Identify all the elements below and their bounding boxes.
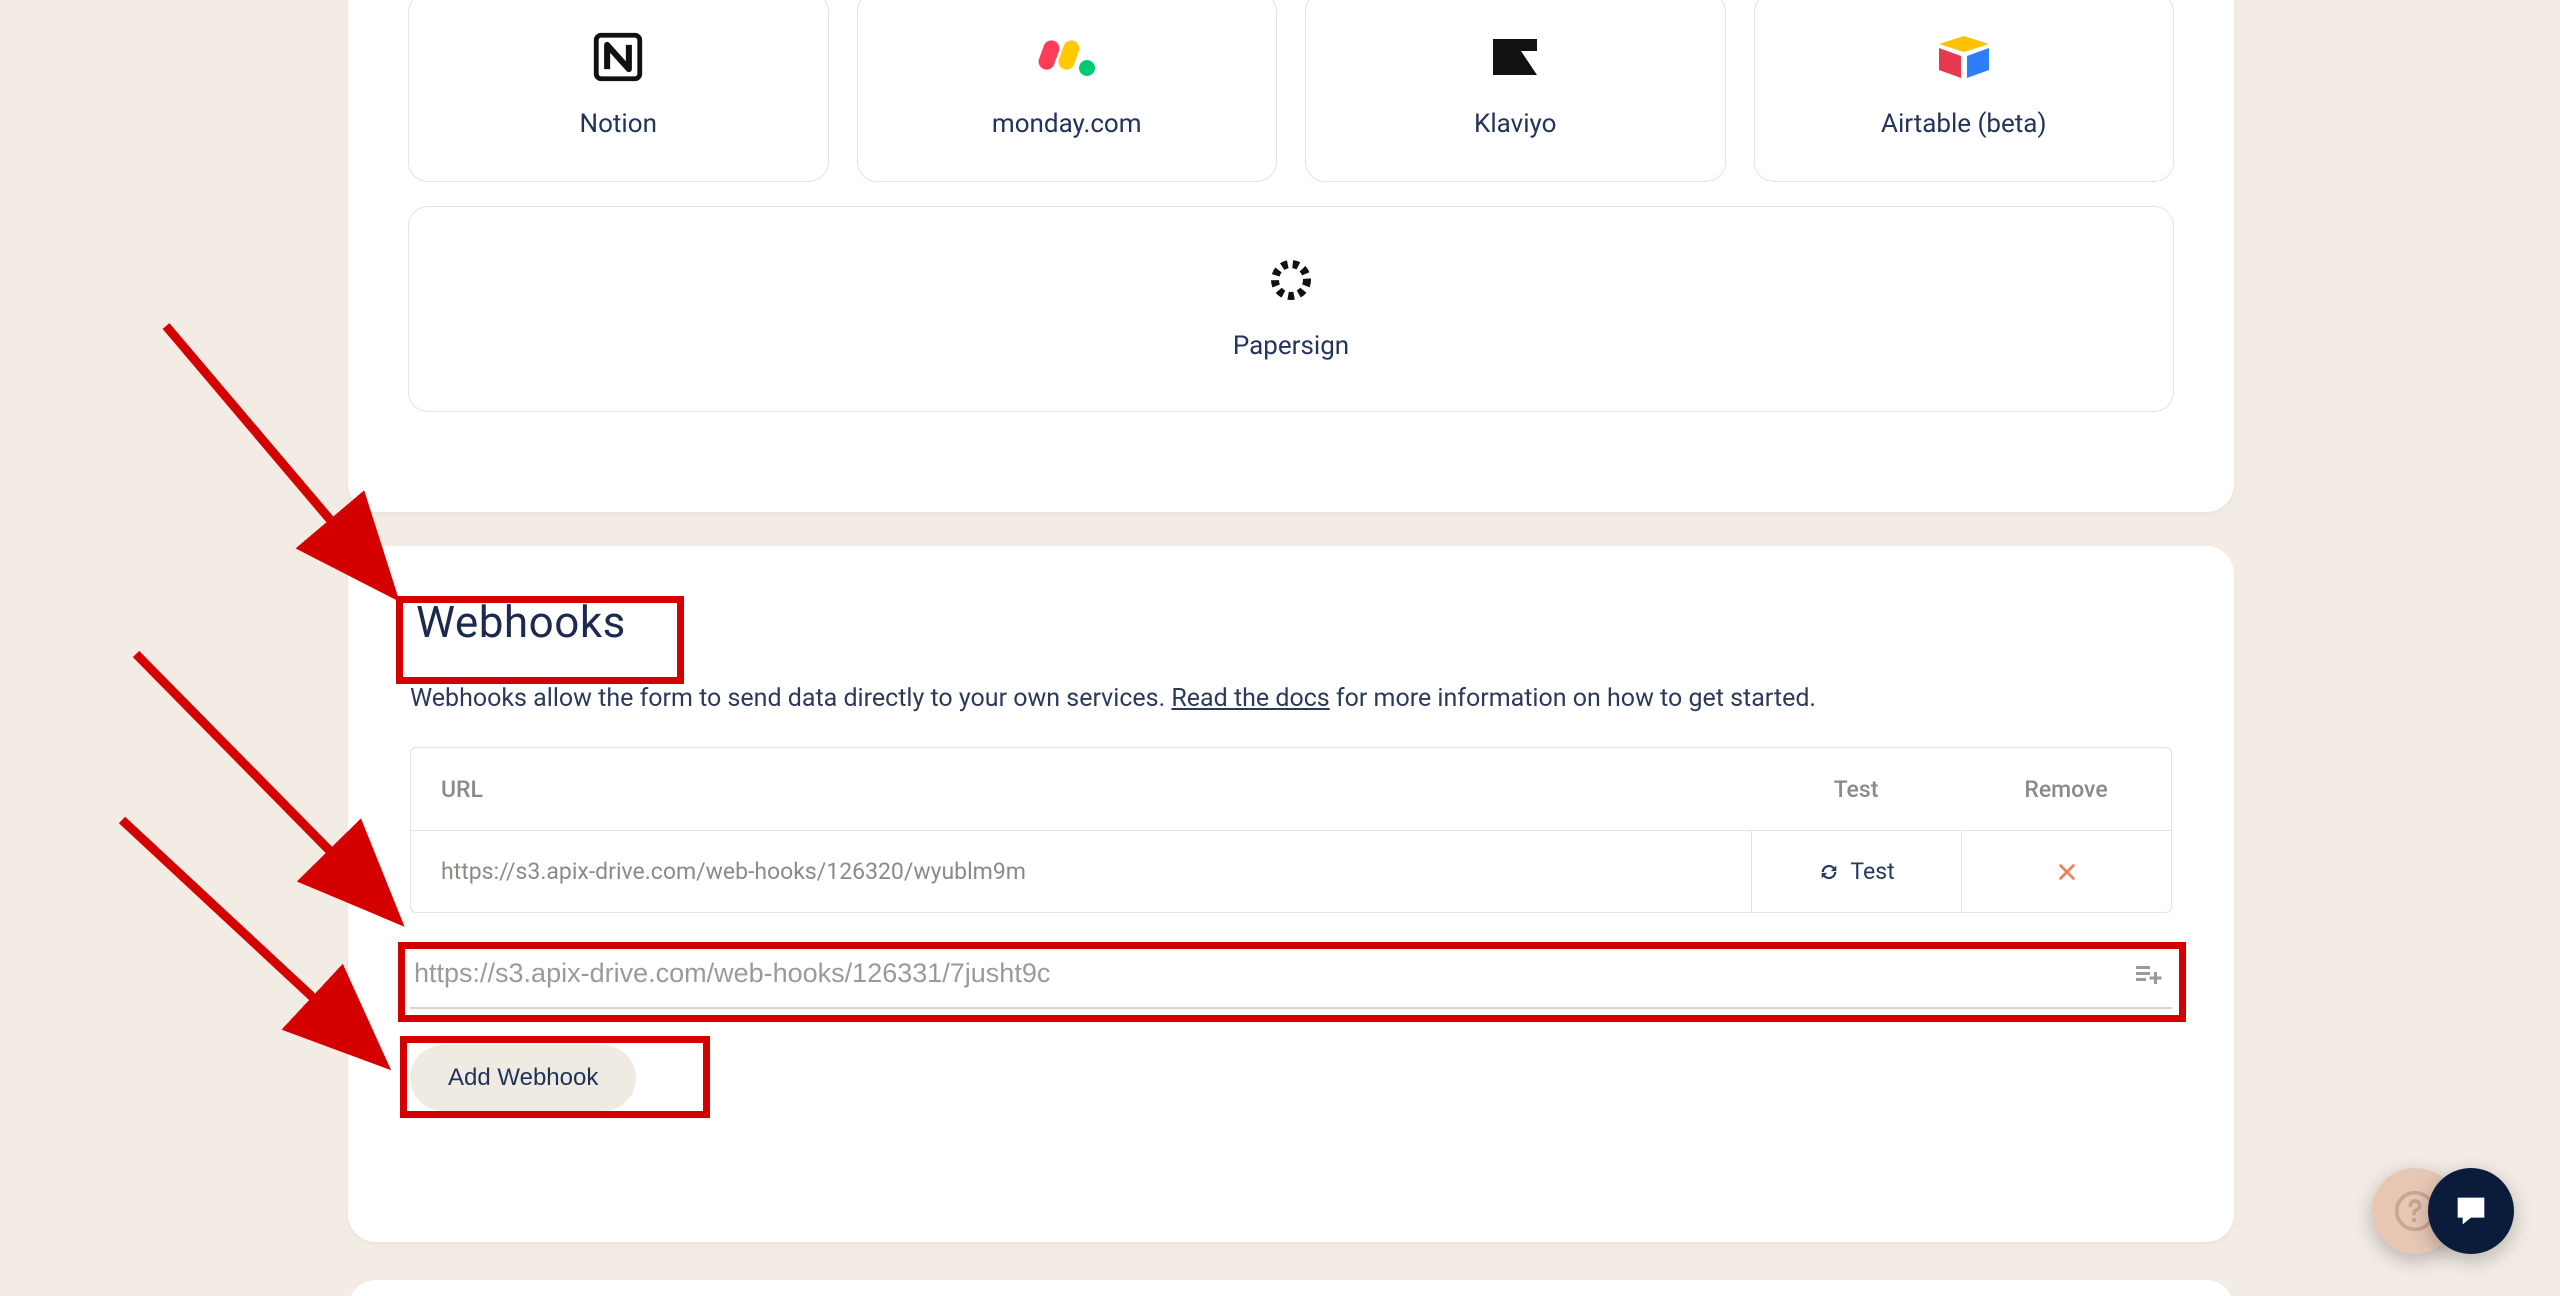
table-row: https://s3.apix-drive.com/web-hooks/1263…: [411, 830, 2171, 912]
webhooks-desc-text: for more information on how to get start…: [1330, 684, 1816, 713]
airtable-icon: [1934, 27, 1994, 87]
integrations-panel: Notion monday.com Klaviy: [348, 0, 2234, 512]
test-label: Test: [1850, 858, 1894, 885]
webhooks-description: Webhooks allow the form to send data dir…: [410, 684, 2172, 713]
webhook-url-input[interactable]: [410, 939, 2172, 1009]
integration-label: Papersign: [1233, 331, 1349, 361]
notion-icon: [588, 27, 648, 87]
monday-icon: [1037, 27, 1097, 87]
col-url: URL: [411, 776, 1751, 803]
webhooks-desc-text: Webhooks allow the form to send data dir…: [410, 684, 1171, 713]
support-fabs: [2372, 1168, 2514, 1254]
read-docs-link[interactable]: Read the docs: [1171, 684, 1329, 713]
col-remove: Remove: [1961, 748, 2171, 830]
next-panel: [348, 1280, 2234, 1296]
integration-label: Notion: [580, 109, 657, 139]
add-webhook-button[interactable]: Add Webhook: [410, 1045, 636, 1111]
integration-card-monday[interactable]: monday.com: [857, 0, 1278, 182]
webhook-input-wrap: [410, 939, 2172, 1009]
list-add-icon: [2134, 962, 2162, 986]
integration-label: monday.com: [992, 109, 1142, 139]
integration-label: Klaviyo: [1474, 109, 1556, 139]
col-test: Test: [1751, 748, 1961, 830]
integration-label: Airtable (beta): [1881, 109, 2047, 139]
integration-card-papersign[interactable]: Papersign: [408, 206, 2174, 412]
webhooks-panel: Webhooks Webhooks allow the form to send…: [348, 546, 2234, 1242]
table-header-row: URL Test Remove: [411, 748, 2171, 830]
papersign-icon: [1268, 257, 1314, 303]
refresh-icon: [1818, 861, 1840, 883]
test-webhook-button[interactable]: Test: [1751, 831, 1961, 912]
webhook-url-cell: https://s3.apix-drive.com/web-hooks/1263…: [411, 858, 1751, 885]
integration-card-airtable[interactable]: Airtable (beta): [1754, 0, 2175, 182]
remove-webhook-button[interactable]: [1961, 831, 2171, 912]
integration-card-notion[interactable]: Notion: [408, 0, 829, 182]
webhooks-table: URL Test Remove https://s3.apix-drive.co…: [410, 747, 2172, 913]
close-icon: [2056, 861, 2078, 883]
chat-icon: [2451, 1191, 2491, 1231]
integration-card-klaviyo[interactable]: Klaviyo: [1305, 0, 1726, 182]
webhooks-title: Webhooks: [410, 594, 632, 650]
klaviyo-icon: [1485, 27, 1545, 87]
chat-fab[interactable]: [2428, 1168, 2514, 1254]
